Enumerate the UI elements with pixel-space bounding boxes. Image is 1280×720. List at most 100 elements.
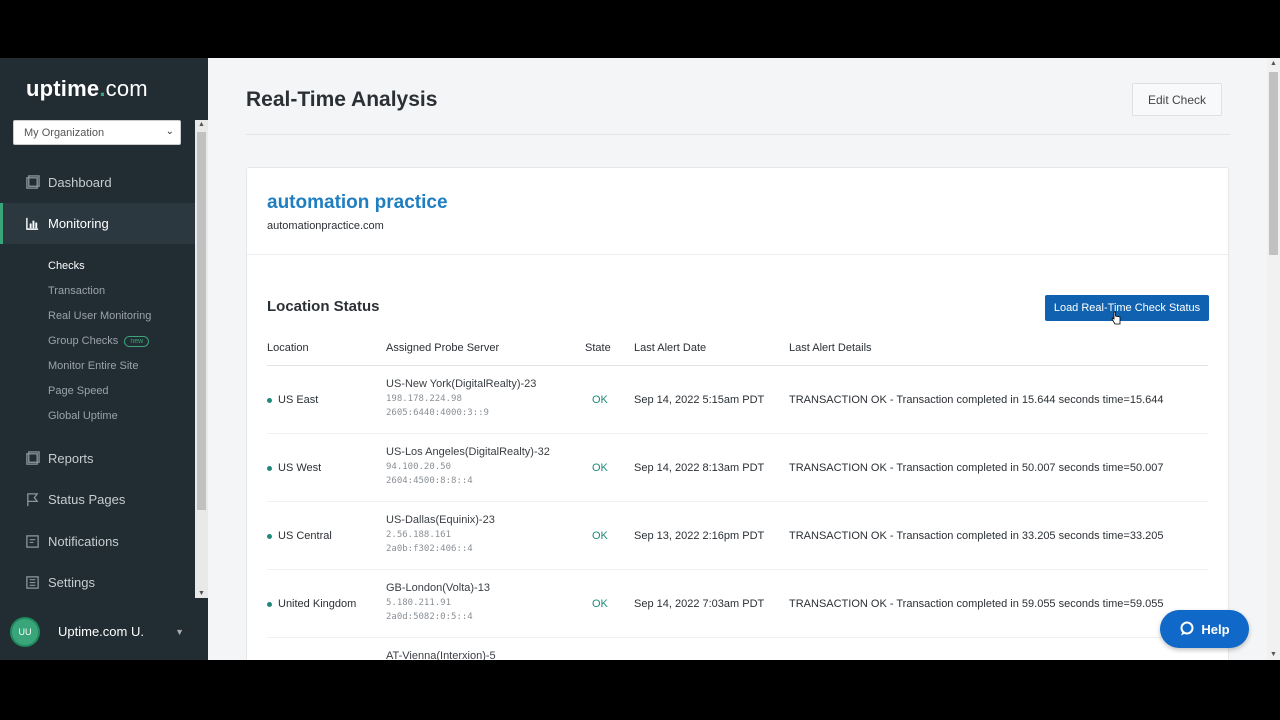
state-cell: OK (592, 530, 608, 542)
notifications-icon (26, 535, 39, 548)
chat-bubble-icon (1180, 621, 1194, 636)
new-badge: new (124, 335, 150, 347)
date-cell: Sep 14, 2022 7:03am PDT (634, 598, 765, 610)
check-url: automationpractice.com (267, 220, 384, 232)
location-name: United Kingdom (278, 598, 357, 610)
sidebar-item-monitoring[interactable]: Monitoring (0, 203, 195, 244)
sidebar-scrollbar-thumb[interactable] (197, 132, 206, 510)
subnav-item-rum[interactable]: Real User Monitoring (48, 310, 151, 322)
location-name: US West (278, 462, 322, 474)
probe-ipv6: 2605:6440:4000:3::9 (386, 408, 489, 418)
check-card: automation practice automationpractice.c… (246, 167, 1229, 660)
subnav-item-monitor-site[interactable]: Monitor Entire Site (48, 360, 138, 372)
main-scrollbar[interactable]: ▲ ▼ (1267, 58, 1280, 660)
probe-name: US-Dallas(Equinix)-23 (386, 514, 495, 526)
help-label: Help (1201, 621, 1230, 637)
scroll-up-arrow-icon[interactable]: ▲ (1270, 60, 1277, 67)
sidebar-scrollbar[interactable]: ▲ ▼ (195, 120, 208, 598)
column-header-details: Last Alert Details (789, 342, 872, 354)
check-name-link[interactable]: automation practice (267, 192, 448, 214)
caret-down-icon: ▼ (175, 626, 184, 637)
details-cell: TRANSACTION OK - Transaction completed i… (789, 598, 1164, 610)
probe-ipv4: 5.180.211.91 (386, 598, 452, 608)
sidebar-item-label: Monitoring (48, 216, 109, 231)
page-title: Real-Time Analysis (246, 88, 438, 111)
organization-select-value: My Organization (24, 127, 105, 139)
probe-name: GB-London(Volta)-13 (386, 582, 490, 594)
help-button[interactable]: Help (1160, 610, 1249, 648)
chevron-down-icon: ⌄ (165, 126, 174, 137)
subnav-item-global-uptime[interactable]: Global Uptime (48, 410, 118, 422)
subnav-item-label: Group Checks (48, 335, 119, 347)
probe-cell: US-Dallas(Equinix)-23 2.56.188.161 2a0b:… (386, 514, 495, 554)
table-row: US Central US-Dallas(Equinix)-23 2.56.18… (267, 502, 1208, 570)
sidebar-item-reports[interactable]: Reports (0, 438, 195, 479)
sidebar-item-label: Dashboard (48, 175, 112, 190)
location-cell: US East (267, 394, 318, 406)
details-cell: TRANSACTION OK - Transaction completed i… (789, 530, 1164, 542)
sidebar-item-notifications[interactable]: Notifications (0, 521, 195, 562)
sidebar-item-dashboard[interactable]: Dashboard (0, 162, 195, 203)
location-cell: US Central (267, 530, 332, 542)
date-cell: Sep 14, 2022 8:13am PDT (634, 462, 765, 474)
probe-name: US-New York(DigitalRealty)-23 (386, 378, 537, 390)
subnav-item-page-speed[interactable]: Page Speed (48, 385, 109, 397)
table-row: AT-Vienna(Interxion)-5 (267, 638, 1208, 660)
location-status-title: Location Status (267, 298, 380, 315)
column-header-location: Location (267, 342, 309, 354)
status-dot (267, 601, 272, 607)
dashboard-icon (26, 175, 40, 189)
probe-ipv6: 2604:4500:8:8::4 (386, 476, 473, 486)
sidebar-item-label: Reports (48, 451, 94, 466)
sidebar-item-status-pages[interactable]: Status Pages (0, 479, 195, 520)
app-frame: uptime.com My Organization ⌄ Dashboard M… (0, 58, 1280, 660)
table-row: United Kingdom GB-London(Volta)-13 5.180… (267, 570, 1208, 638)
scroll-up-arrow-icon[interactable]: ▲ (198, 121, 205, 128)
details-cell: TRANSACTION OK - Transaction completed i… (789, 394, 1164, 406)
sidebar-item-label: Notifications (48, 534, 119, 549)
status-dot (267, 533, 272, 539)
location-name: US East (278, 394, 319, 406)
sidebar-item-settings[interactable]: Settings (0, 562, 195, 603)
probe-ipv4: 198.178.224.98 (386, 394, 462, 404)
details-cell: TRANSACTION OK - Transaction completed i… (789, 462, 1164, 474)
table-row: US West US-Los Angeles(DigitalRealty)-32… (267, 434, 1208, 502)
subnav-item-transaction[interactable]: Transaction (48, 285, 105, 297)
status-dot (267, 465, 272, 471)
subnav-item-group-checks[interactable]: Group Checks new (48, 335, 150, 347)
organization-select[interactable]: My Organization ⌄ (13, 120, 181, 145)
probe-ipv4: 2.56.188.161 (386, 530, 452, 540)
edit-check-button[interactable]: Edit Check (1132, 83, 1222, 116)
scroll-down-arrow-icon[interactable]: ▼ (198, 590, 205, 597)
scroll-down-arrow-icon[interactable]: ▼ (1270, 651, 1277, 658)
location-name: US Central (278, 530, 332, 542)
state-cell: OK (592, 598, 608, 610)
column-header-date: Last Alert Date (634, 342, 707, 354)
date-cell: Sep 14, 2022 5:15am PDT (634, 394, 765, 406)
column-header-probe: Assigned Probe Server (386, 342, 500, 354)
probe-ipv6: 2a0d:5082:0:5::4 (386, 612, 473, 622)
subnav-item-checks[interactable]: Checks (48, 260, 85, 272)
probe-ipv4: 94.100.20.50 (386, 462, 452, 472)
probe-ipv6: 2a0b:f302:406::4 (386, 544, 473, 554)
main-scrollbar-thumb[interactable] (1269, 72, 1278, 255)
probe-cell: AT-Vienna(Interxion)-5 (386, 650, 496, 660)
probe-name: AT-Vienna(Interxion)-5 (386, 650, 496, 660)
location-cell: United Kingdom (267, 598, 356, 610)
avatar: UU (10, 616, 40, 647)
state-cell: OK (592, 462, 608, 474)
bar-chart-icon (26, 217, 39, 230)
sidebar: uptime.com My Organization ⌄ Dashboard M… (0, 58, 208, 660)
user-menu[interactable]: UU Uptime.com U. ▼ (0, 603, 208, 660)
load-realtime-status-button[interactable]: Load Real-Time Check Status (1045, 295, 1209, 321)
reports-icon (26, 451, 40, 465)
uptime-logo[interactable]: uptime.com (26, 76, 148, 102)
sidebar-item-label: Settings (48, 575, 95, 590)
column-header-state: State (585, 342, 611, 354)
settings-icon (26, 576, 39, 589)
probe-name: US-Los Angeles(DigitalRealty)-32 (386, 446, 550, 458)
probe-cell: GB-London(Volta)-13 5.180.211.91 2a0d:50… (386, 582, 490, 622)
state-cell: OK (592, 394, 608, 406)
flag-icon (27, 493, 39, 507)
divider (246, 134, 1230, 135)
